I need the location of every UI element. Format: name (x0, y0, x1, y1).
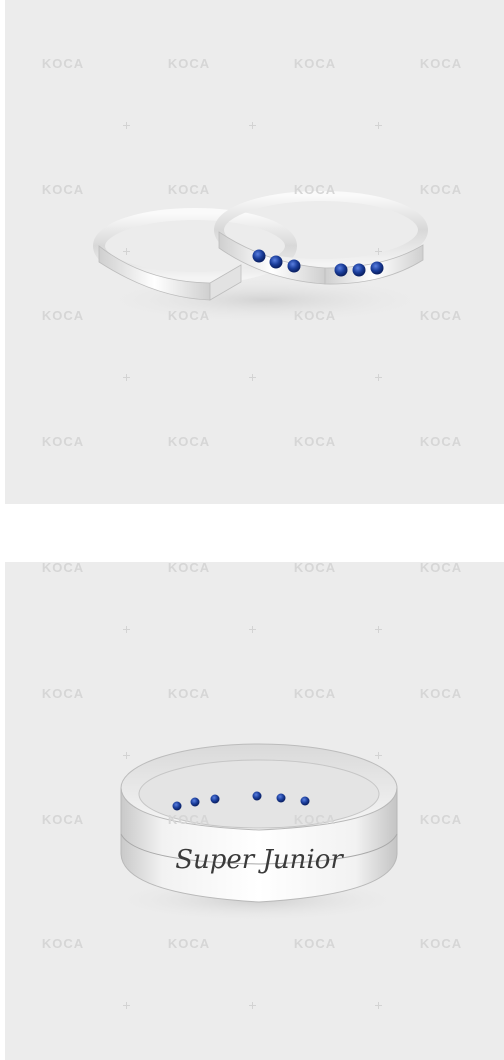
watermark: KOCA (293, 56, 337, 71)
watermark: KOCA (167, 308, 211, 323)
grid-cross-mark (123, 122, 130, 129)
blue-stone (190, 797, 200, 807)
grid-cross-mark (123, 752, 130, 759)
watermark: KOCA (41, 434, 85, 449)
grid-cross-mark (123, 1002, 130, 1009)
watermark: KOCA (167, 56, 211, 71)
watermark: KOCA (419, 182, 463, 197)
blue-stone (172, 801, 182, 811)
watermark: KOCA (41, 182, 85, 197)
watermark: KOCA (41, 812, 85, 827)
grid-cross-mark (249, 374, 256, 381)
ring-engraving: Super Junior (175, 845, 344, 875)
watermark: KOCA (419, 686, 463, 701)
grid-cross-mark (375, 248, 382, 255)
watermark: KOCA (293, 434, 337, 449)
watermark: KOCA (293, 182, 337, 197)
watermark: KOCA (167, 936, 211, 951)
watermark: KOCA (167, 182, 211, 197)
blue-stone (300, 796, 310, 806)
blue-stone (287, 259, 301, 273)
grid-cross-mark (375, 122, 382, 129)
grid-cross-mark (375, 374, 382, 381)
grid-cross-mark (123, 248, 130, 255)
blue-stone (352, 263, 366, 277)
grid-cross-mark (123, 626, 130, 633)
watermark: KOCA (419, 56, 463, 71)
watermark: KOCA (167, 812, 211, 827)
grid-cross-mark (249, 122, 256, 129)
engraved-ring-illustration: Super Junior (107, 743, 407, 922)
watermark: KOCA (41, 686, 85, 701)
grid-cross-mark (375, 752, 382, 759)
watermark: KOCA (419, 434, 463, 449)
watermark: KOCA (167, 686, 211, 701)
blue-stone (252, 791, 262, 801)
watermark: KOCA (293, 936, 337, 951)
blue-stone (370, 261, 384, 275)
blue-stone (334, 263, 348, 277)
watermark: KOCA (419, 812, 463, 827)
grid-cross-mark (249, 1002, 256, 1009)
product-photo-engraved-ring: Super Junior KOCA KOCA KOCA KOCA KOCA KO… (5, 562, 504, 1060)
watermark: KOCA (293, 562, 337, 575)
product-photo-stacked-rings: KOCA KOCA KOCA KOCA KOCA KOCA KOCA KOCA … (5, 0, 504, 504)
grid-cross-mark (375, 626, 382, 633)
watermark: KOCA (419, 308, 463, 323)
blue-stone (252, 249, 266, 263)
watermark: KOCA (41, 936, 85, 951)
watermark: KOCA (419, 936, 463, 951)
watermark: KOCA (41, 562, 85, 575)
watermark: KOCA (167, 434, 211, 449)
watermark: KOCA (419, 562, 463, 575)
watermark: KOCA (293, 812, 337, 827)
blue-stone (276, 793, 286, 803)
stacked-rings-illustration (93, 191, 435, 324)
watermark: KOCA (167, 562, 211, 575)
grid-cross-mark (123, 374, 130, 381)
watermark: KOCA (41, 308, 85, 323)
watermark: KOCA (293, 308, 337, 323)
blue-stone (210, 794, 220, 804)
grid-cross-mark (249, 626, 256, 633)
blue-stone (269, 255, 283, 269)
watermark: KOCA (41, 56, 85, 71)
grid-cross-mark (375, 1002, 382, 1009)
watermark: KOCA (293, 686, 337, 701)
